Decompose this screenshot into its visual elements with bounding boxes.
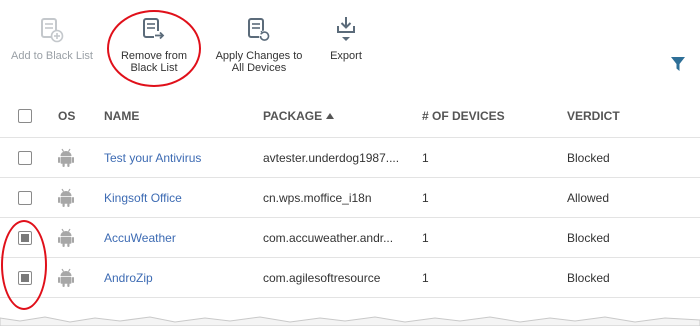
android-icon: [58, 218, 82, 257]
filter-funnel-icon[interactable]: [670, 56, 686, 72]
android-icon: [58, 138, 82, 177]
toolbar: Add to Black List Remove from Black List: [0, 0, 700, 92]
app-name-link[interactable]: AccuWeather: [104, 218, 254, 257]
table-row: AccuWeather com.accuweather.andr... 1 Bl…: [0, 218, 700, 258]
verdict-cell: Blocked: [567, 230, 610, 245]
devices-cell: 1: [422, 230, 429, 245]
download-icon: [333, 14, 359, 44]
column-header-name[interactable]: NAME: [104, 94, 254, 137]
verdict-cell: Allowed: [567, 190, 610, 205]
export-label: Export: [330, 50, 362, 62]
export-button[interactable]: Export: [318, 14, 374, 62]
app-table: OS NAME PACKAGE # OF DEVICES VERDICT Tes…: [0, 94, 700, 298]
verdict-cell: Blocked: [567, 150, 610, 165]
devices-cell: 1: [422, 190, 429, 205]
sort-ascending-icon: [326, 112, 335, 119]
column-header-package-label: PACKAGE: [263, 108, 323, 123]
list-refresh-icon: [246, 14, 272, 44]
package-cell: cn.wps.moffice_i18n: [263, 190, 372, 205]
apply-changes-button[interactable]: Apply Changes to All Devices: [210, 14, 308, 74]
column-header-os[interactable]: OS: [58, 94, 82, 137]
table-header: OS NAME PACKAGE # OF DEVICES VERDICT: [0, 94, 700, 138]
package-cell: com.accuweather.andr...: [263, 230, 394, 245]
devices-cell: 1: [422, 270, 429, 285]
table-row: AndroZip com.agilesoftresource 1 Blocked: [0, 258, 700, 298]
table-row: Test your Antivirus avtester.underdog198…: [0, 138, 700, 178]
app-name-link[interactable]: AndroZip: [104, 258, 254, 297]
highlight-circle-checkboxes: [1, 220, 47, 310]
column-header-devices[interactable]: # OF DEVICES: [422, 94, 522, 137]
app-name-link[interactable]: Kingsoft Office: [104, 178, 254, 217]
apply-changes-label: Apply Changes to All Devices: [215, 50, 303, 74]
torn-edge: [0, 316, 700, 326]
column-header-package[interactable]: PACKAGE: [263, 94, 403, 137]
select-all-checkbox[interactable]: [18, 108, 32, 123]
list-add-icon: [39, 14, 65, 44]
app-name-link[interactable]: Test your Antivirus: [104, 138, 254, 177]
package-cell: avtester.underdog1987....: [263, 150, 400, 165]
row-checkbox[interactable]: [18, 150, 32, 165]
add-to-blacklist-label: Add to Black List: [11, 50, 93, 62]
select-all-checkbox-cell: [18, 94, 34, 137]
table-row: Kingsoft Office cn.wps.moffice_i18n 1 Al…: [0, 178, 700, 218]
verdict-cell: Blocked: [567, 270, 610, 285]
devices-cell: 1: [422, 150, 429, 165]
highlight-circle-remove: [107, 10, 201, 87]
add-to-blacklist-button[interactable]: Add to Black List: [6, 14, 98, 62]
column-header-verdict[interactable]: VERDICT: [567, 94, 667, 137]
row-checkbox[interactable]: [18, 190, 32, 205]
android-icon: [58, 258, 82, 297]
row-checkbox-cell: [18, 138, 34, 177]
android-icon: [58, 178, 82, 217]
row-checkbox-cell: [18, 178, 34, 217]
package-cell: com.agilesoftresource: [263, 270, 381, 285]
